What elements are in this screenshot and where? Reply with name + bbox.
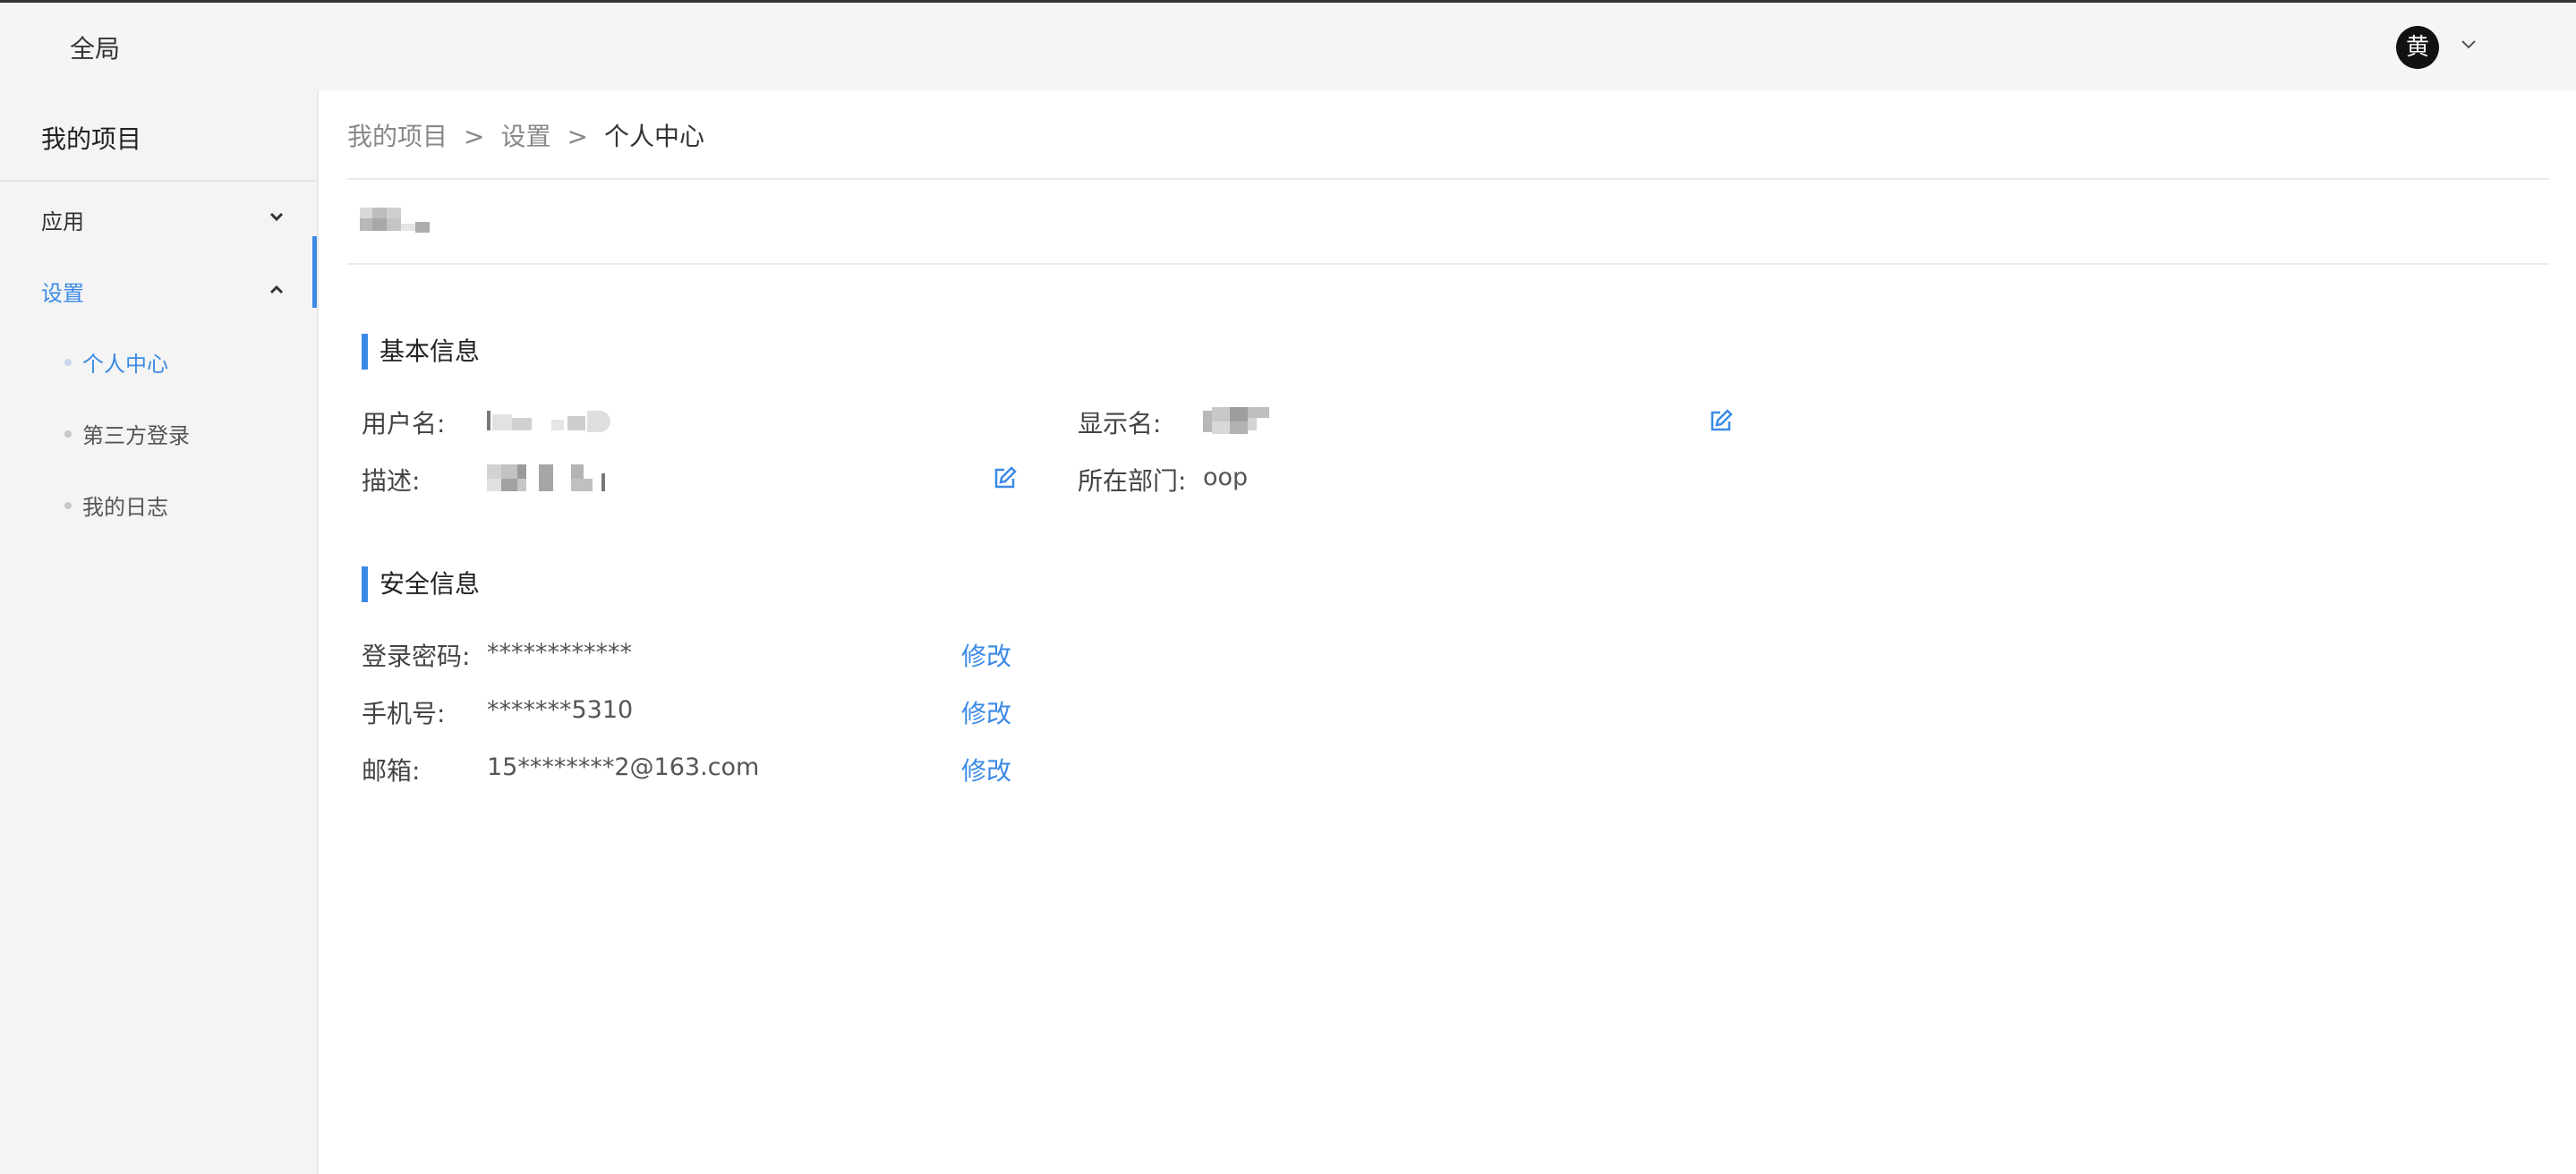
- redacted-username-title: [360, 208, 431, 238]
- active-indicator: [312, 236, 317, 308]
- password-label: 登录密码:: [362, 642, 471, 671]
- bullet-dot: [64, 430, 72, 438]
- sidebar-item-my-logs[interactable]: 我的日志: [64, 489, 168, 523]
- sidebar-menu-apps[interactable]: 应用: [41, 204, 84, 235]
- password-value: ************: [487, 639, 632, 667]
- breadcrumb-separator: >: [464, 122, 485, 151]
- breadcrumb: 我的项目 > 设置 > 个人中心: [347, 117, 704, 153]
- sidebar-menu-settings-label: 设置: [41, 281, 84, 306]
- chevron-up-icon[interactable]: [265, 278, 288, 302]
- sidebar-item-label: 个人中心: [82, 352, 168, 377]
- sidebar-divider: [0, 180, 317, 182]
- username-label: 用户名:: [362, 409, 446, 438]
- edit-icon[interactable]: [992, 464, 1019, 491]
- modify-password-link[interactable]: 修改: [961, 637, 1011, 673]
- global-label[interactable]: 全局: [70, 30, 120, 65]
- sidebar: 我的项目 应用 设置 个人中心 第三方登录 我的日志: [0, 90, 319, 1174]
- breadcrumb-current: 个人中心: [603, 122, 704, 151]
- user-avatar[interactable]: 黄: [2396, 26, 2439, 69]
- department-value: oop: [1203, 464, 1249, 491]
- redacted-username-value: [487, 407, 617, 436]
- description-label: 描述:: [362, 466, 421, 496]
- redacted-display-name-value: [1203, 407, 1275, 436]
- divider: [347, 178, 2549, 180]
- security-info-title: 安全信息: [362, 566, 480, 602]
- department-label: 所在部门:: [1078, 466, 1187, 496]
- sidebar-menu-apps-label: 应用: [41, 209, 84, 234]
- breadcrumb-item[interactable]: 设置: [500, 117, 550, 153]
- bullet-dot: [64, 502, 72, 509]
- redacted-description-value: [487, 464, 612, 493]
- phone-label: 手机号:: [362, 699, 446, 728]
- sidebar-menu-settings[interactable]: 设置: [41, 276, 84, 307]
- email-value: 15********2@163.com: [487, 753, 760, 781]
- breadcrumb-separator: >: [567, 122, 588, 151]
- sidebar-item-personal-center[interactable]: 个人中心: [64, 346, 168, 380]
- sidebar-item-third-party-login[interactable]: 第三方登录: [64, 418, 190, 452]
- basic-info-title: 基本信息: [362, 334, 480, 370]
- display-name-label: 显示名:: [1078, 409, 1162, 438]
- sidebar-item-label: 第三方登录: [82, 423, 190, 448]
- sidebar-item-label: 我的日志: [82, 495, 168, 520]
- email-label: 邮箱:: [362, 756, 421, 786]
- breadcrumb-item[interactable]: 我的项目: [347, 117, 448, 153]
- phone-value: *******5310: [487, 696, 634, 724]
- modify-phone-link[interactable]: 修改: [961, 694, 1011, 730]
- chevron-down-icon[interactable]: [2457, 33, 2480, 56]
- modify-email-link[interactable]: 修改: [961, 752, 1011, 787]
- sidebar-title[interactable]: 我的项目: [41, 120, 141, 156]
- bullet-dot: [64, 359, 72, 366]
- chevron-down-icon[interactable]: [265, 206, 288, 229]
- divider: [347, 263, 2549, 265]
- edit-icon[interactable]: [1708, 407, 1735, 434]
- top-bar: 全局 黄: [0, 0, 2576, 90]
